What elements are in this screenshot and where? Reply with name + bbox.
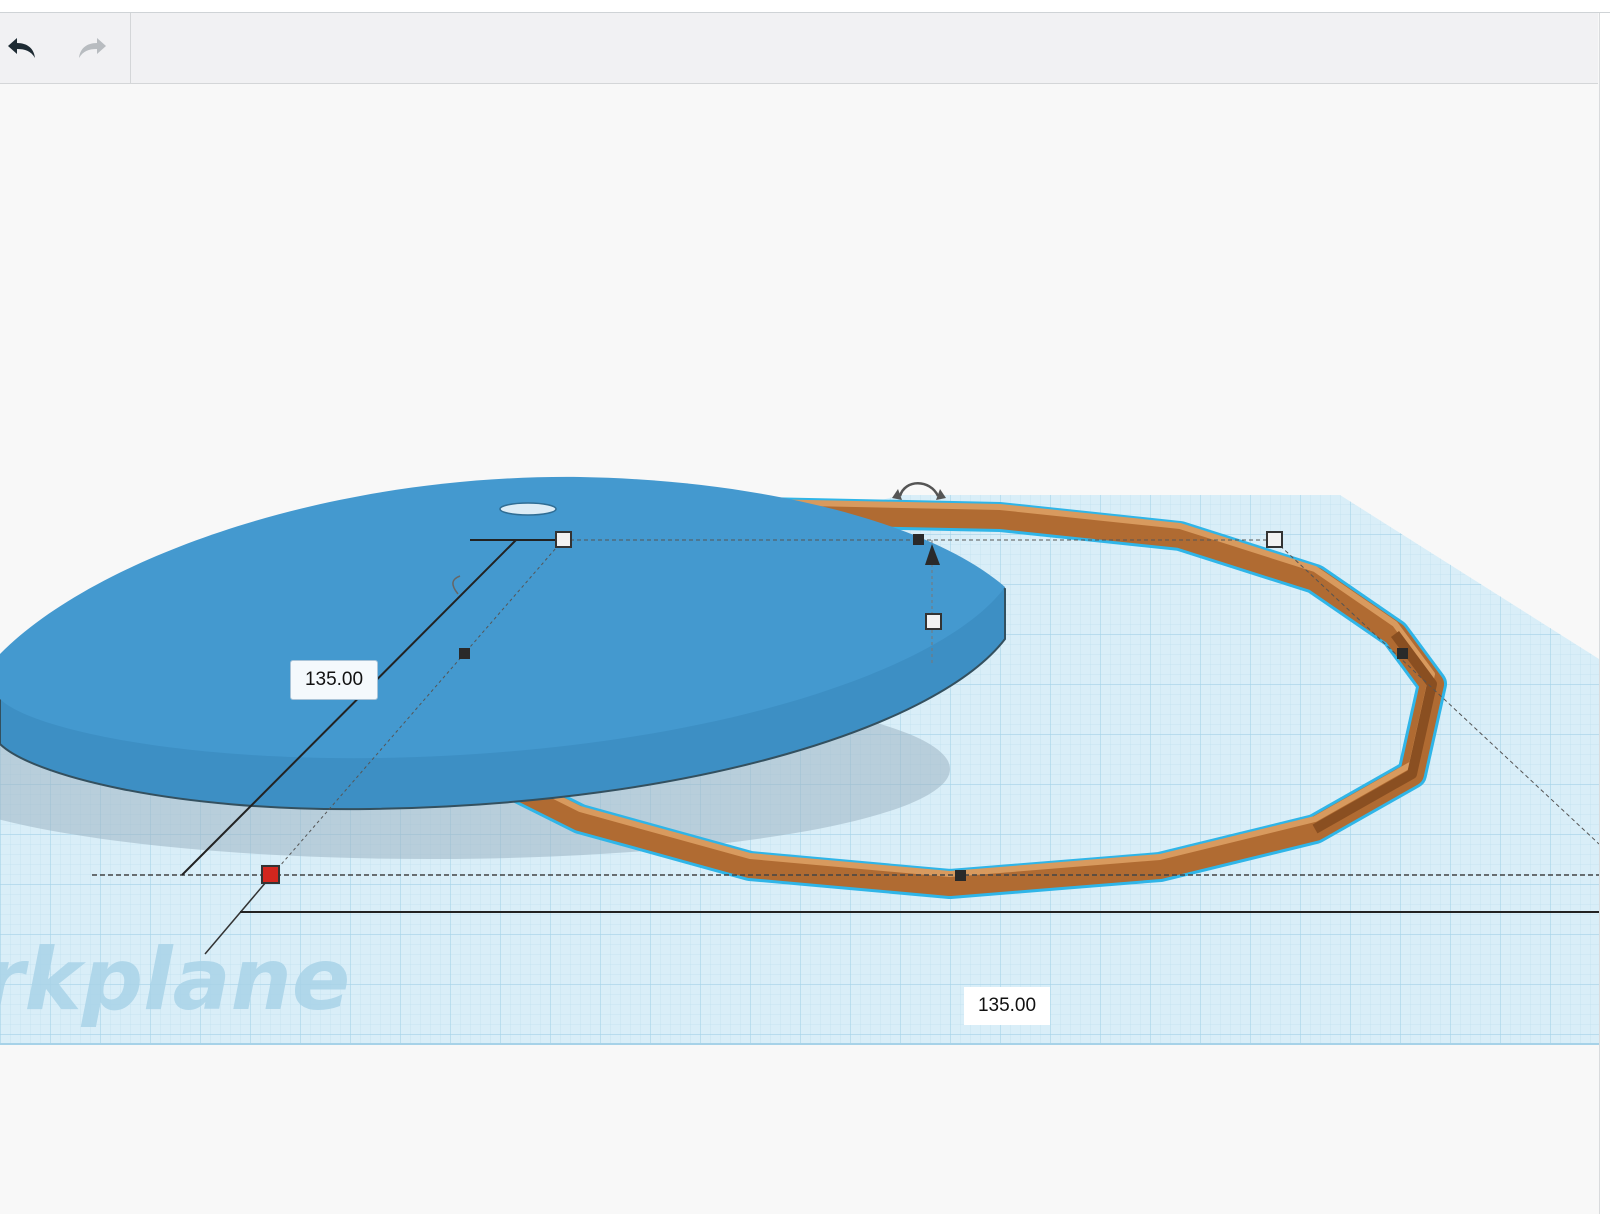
handle-top-left[interactable] bbox=[555, 531, 572, 548]
rotate-handle-top[interactable] bbox=[898, 482, 940, 497]
disc-hole bbox=[499, 502, 557, 516]
handle-center[interactable] bbox=[459, 648, 470, 659]
handle-top-right[interactable] bbox=[1266, 531, 1283, 548]
undo-icon bbox=[8, 38, 35, 58]
dimension-input-width[interactable]: 135.00 bbox=[964, 987, 1050, 1025]
tinkercad-editor: rkplane 135.00 135.00 bbox=[0, 0, 1610, 1214]
right-panel-edge bbox=[1599, 13, 1610, 1214]
handle-height[interactable] bbox=[925, 613, 942, 630]
history-group bbox=[0, 13, 131, 83]
redo-icon bbox=[79, 38, 106, 58]
handle-right[interactable] bbox=[1397, 648, 1408, 659]
handle-top-center[interactable] bbox=[913, 534, 924, 545]
undo-button[interactable] bbox=[4, 30, 40, 66]
dimension-input-depth[interactable]: 135.00 bbox=[290, 660, 378, 700]
handle-bottom-left-active[interactable] bbox=[261, 865, 280, 884]
window-top-strip bbox=[0, 0, 1610, 13]
handle-bottom-center[interactable] bbox=[955, 870, 966, 881]
workplane-watermark: rkplane bbox=[0, 930, 350, 1030]
3d-viewport[interactable]: rkplane 135.00 135.00 bbox=[0, 84, 1599, 1214]
redo-button[interactable] bbox=[74, 30, 110, 66]
scene-canvas: rkplane bbox=[0, 476, 1599, 1045]
edit-toolbar bbox=[0, 13, 1598, 84]
